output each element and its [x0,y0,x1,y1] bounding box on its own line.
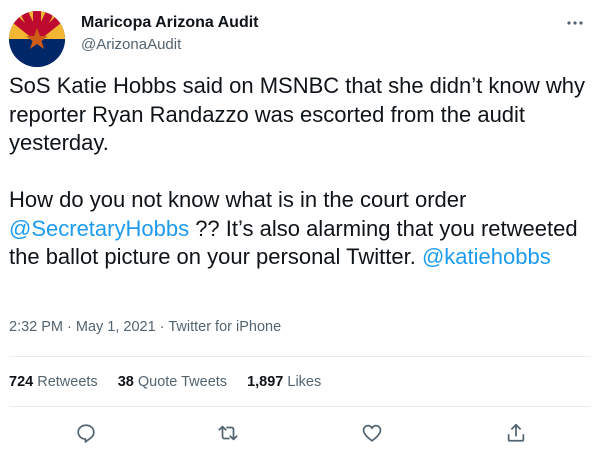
reply-icon[interactable] [72,420,100,446]
arizona-flag-icon [9,11,65,67]
divider [9,356,591,357]
quotes-count: 38 [117,374,134,390]
retweets-stat[interactable]: 724 Retweets [9,374,98,390]
divider [9,406,591,407]
meta-separator: · [155,319,169,335]
like-icon[interactable] [358,420,386,446]
retweets-count: 724 [9,374,34,390]
tweet-meta: 2:32 PM · May 1, 2021 · Twitter for iPho… [9,319,281,335]
tweet-card: Maricopa Arizona Audit @ArizonaAudit SoS… [0,0,600,454]
share-icon[interactable] [502,420,530,446]
avatar[interactable] [9,11,65,67]
tweet-text: SoS Katie Hobbs said on MSNBC that she d… [9,72,591,272]
tweet-date[interactable]: May 1, 2021 [76,319,156,335]
likes-stat[interactable]: 1,897 Likes [247,374,321,390]
likes-label: Likes [287,374,322,390]
tweet-time[interactable]: 2:32 PM [9,319,63,335]
retweets-label: Retweets [37,374,98,390]
tweet-paragraph-2: How do you not know what is in the court… [9,186,591,272]
retweet-icon[interactable] [214,420,242,446]
tweet-paragraph-1: SoS Katie Hobbs said on MSNBC that she d… [9,73,585,155]
mention-katiehobbs[interactable]: @katiehobbs [422,244,551,269]
tweet-source[interactable]: Twitter for iPhone [168,319,281,335]
quote-tweets-stat[interactable]: 38 Quote Tweets [118,374,227,390]
handle[interactable]: @ArizonaAudit [81,36,181,53]
tweet-text-segment: How do you not know what is in the court… [9,187,467,212]
likes-count: 1,897 [247,374,284,390]
engagement-stats: 724 Retweets 38 Quote Tweets 1,897 Likes [9,374,341,390]
meta-separator: · [63,319,76,335]
more-options-icon[interactable] [562,10,588,36]
mention-secretaryhobbs[interactable]: @SecretaryHobbs [9,216,189,241]
display-name[interactable]: Maricopa Arizona Audit [81,14,259,32]
quotes-label: Quote Tweets [137,374,228,390]
